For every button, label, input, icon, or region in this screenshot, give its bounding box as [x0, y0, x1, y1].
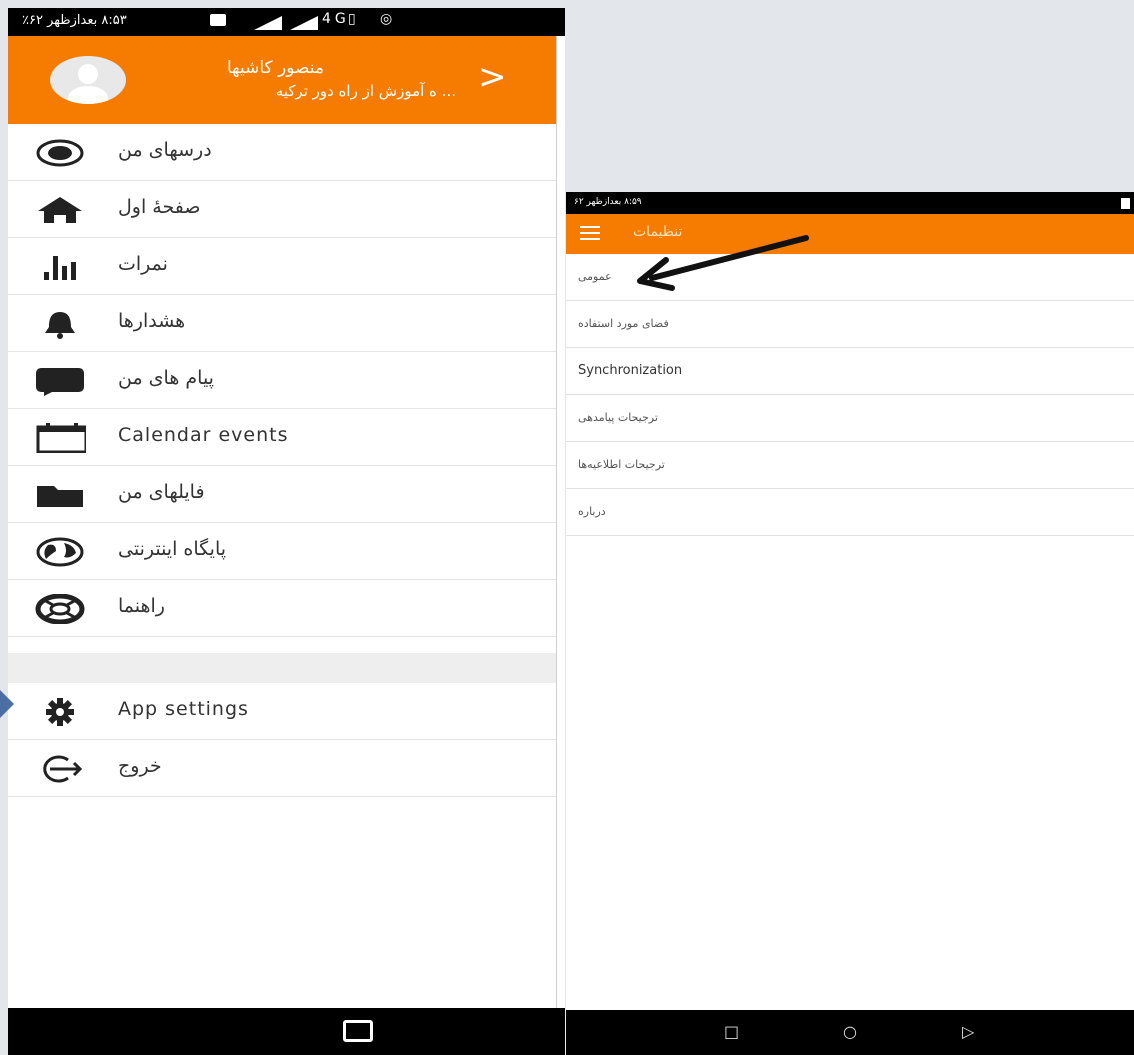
- avatar-head-icon: [78, 64, 98, 84]
- folder-icon: [37, 486, 83, 507]
- settings-item-label: ترجیحات پیامدهی: [578, 411, 658, 424]
- left-phone-screen: ۸:۵۳ بعدازظهر ۶۲٪ 4G ▯ ◎ منصور کاشیها ..…: [8, 8, 565, 1055]
- system-navigation-bar: [8, 1008, 565, 1055]
- settings-item-about[interactable]: درباره: [566, 489, 1134, 536]
- status-battery: ۶۲٪: [22, 13, 43, 28]
- menu-item-label: App settings: [118, 698, 249, 720]
- avatar-body-icon: [68, 86, 108, 104]
- menu-item-label: Calendar events: [118, 424, 289, 446]
- menu-item-label: نمرات: [118, 253, 168, 275]
- menu-item-label: راهنما: [118, 595, 165, 617]
- settings-item-space-usage[interactable]: فضای مورد استفاده: [566, 301, 1134, 348]
- drawer-header[interactable]: منصور کاشیها ... ه آموزش از راه دور ترکی…: [8, 36, 556, 124]
- settings-item-label: ترجیحات اطلاعیه‌ها: [578, 458, 665, 471]
- globe-icon: [36, 537, 84, 567]
- menu-item-app-settings[interactable]: App settings: [8, 683, 556, 740]
- message-icon: [36, 368, 84, 396]
- vibrate-icon: ▯: [348, 11, 360, 27]
- back-triangle-icon[interactable]: ▷: [962, 1022, 974, 1041]
- settings-item-notification-preferences[interactable]: ترجیحات اطلاعیه‌ها: [566, 442, 1134, 489]
- settings-item-label: Synchronization: [578, 363, 683, 378]
- home-icon: [38, 197, 82, 223]
- user-course: ... ه آموزش از راه دور ترکیه: [275, 82, 456, 100]
- menu-item-alerts[interactable]: هشدارها: [8, 295, 556, 352]
- menu-item-messages[interactable]: پیام های من: [8, 352, 556, 409]
- menu-item-my-files[interactable]: فایلهای من: [8, 466, 556, 523]
- chevron-right-icon[interactable]: >: [478, 60, 507, 94]
- menu-item-home[interactable]: صفحهٔ اول: [8, 181, 556, 238]
- menu-item-label: صفحهٔ اول: [118, 196, 201, 218]
- status-battery: ۶۲: [574, 197, 584, 207]
- status-bar: ۸:۵۹ بعدازظهر ۶۲: [566, 192, 1134, 214]
- app-notification-icon: ◎: [380, 11, 397, 27]
- lifebuoy-icon: [35, 594, 85, 624]
- menu-item-calendar-events[interactable]: Calendar events: [8, 409, 556, 466]
- status-time: ۸:۵۳ بعدازظهر ۶۲٪: [22, 13, 127, 28]
- signal-icon: [254, 16, 282, 30]
- avatar[interactable]: [50, 56, 126, 104]
- hamburger-menu-icon[interactable]: [580, 226, 600, 240]
- menu-item-help[interactable]: راهنما: [8, 580, 556, 637]
- menu-item-label: هشدارها: [118, 310, 186, 332]
- menu-item-logout[interactable]: خروج: [8, 740, 556, 797]
- settings-item-label: عمومی: [578, 270, 612, 283]
- menu-item-label: درسهای من: [118, 139, 212, 161]
- status-bar: ۸:۵۳ بعدازظهر ۶۲٪ 4G ▯ ◎: [8, 8, 565, 36]
- battery-icon: [1121, 198, 1130, 209]
- user-name: منصور کاشیها: [226, 58, 324, 78]
- right-phone-screen: ۸:۵۹ بعدازظهر ۶۲ تنظیمات عمومی فضای مورد…: [566, 192, 1134, 1055]
- radio-button-icon: [36, 139, 84, 167]
- recent-apps-icon[interactable]: □: [724, 1022, 739, 1041]
- settings-item-label: درباره: [578, 505, 606, 518]
- settings-item-synchronization[interactable]: Synchronization: [566, 348, 1134, 395]
- navigation-drawer: منصور کاشیها ... ه آموزش از راه دور ترکی…: [8, 36, 557, 1016]
- menu-item-label: پیام های من: [118, 367, 214, 389]
- menu-item-label: خروج: [118, 755, 162, 777]
- menu-item-label: پایگاه اینترنتی: [118, 538, 227, 560]
- menu-item-grades[interactable]: نمرات: [8, 238, 556, 295]
- status-time: ۸:۵۹ بعدازظهر ۶۲: [574, 197, 642, 207]
- annotation-arrow-icon: [637, 235, 809, 291]
- bell-icon: [45, 312, 75, 339]
- menu-item-label: فایلهای من: [118, 481, 205, 503]
- settings-item-messaging-preferences[interactable]: ترجیحات پیامدهی: [566, 395, 1134, 442]
- gear-icon: [46, 698, 74, 726]
- logout-icon: [43, 755, 83, 783]
- calendar-icon: [36, 423, 86, 453]
- drawer-menu-bottom: App settings خروج: [8, 683, 556, 797]
- settings-item-label: فضای مورد استفاده: [578, 317, 669, 330]
- pointer-marker-icon: [0, 690, 14, 718]
- settings-list: عمومی فضای مورد استفاده Synchronization …: [566, 254, 1134, 536]
- menu-divider: [8, 653, 556, 683]
- bar-chart-icon: [44, 256, 76, 280]
- battery-icon: [210, 14, 226, 26]
- system-navigation-bar: □ ○ ▷: [566, 1010, 1134, 1055]
- drawer-menu: درسهای من صفحهٔ اول نمرات هشدارها پیام ه…: [8, 124, 556, 637]
- home-circle-icon[interactable]: ○: [843, 1022, 857, 1041]
- network-type-icon: 4G: [322, 11, 350, 27]
- menu-item-website[interactable]: پایگاه اینترنتی: [8, 523, 556, 580]
- menu-item-my-courses[interactable]: درسهای من: [8, 124, 556, 181]
- recent-apps-icon[interactable]: [343, 1020, 373, 1042]
- signal-icon: [290, 16, 318, 30]
